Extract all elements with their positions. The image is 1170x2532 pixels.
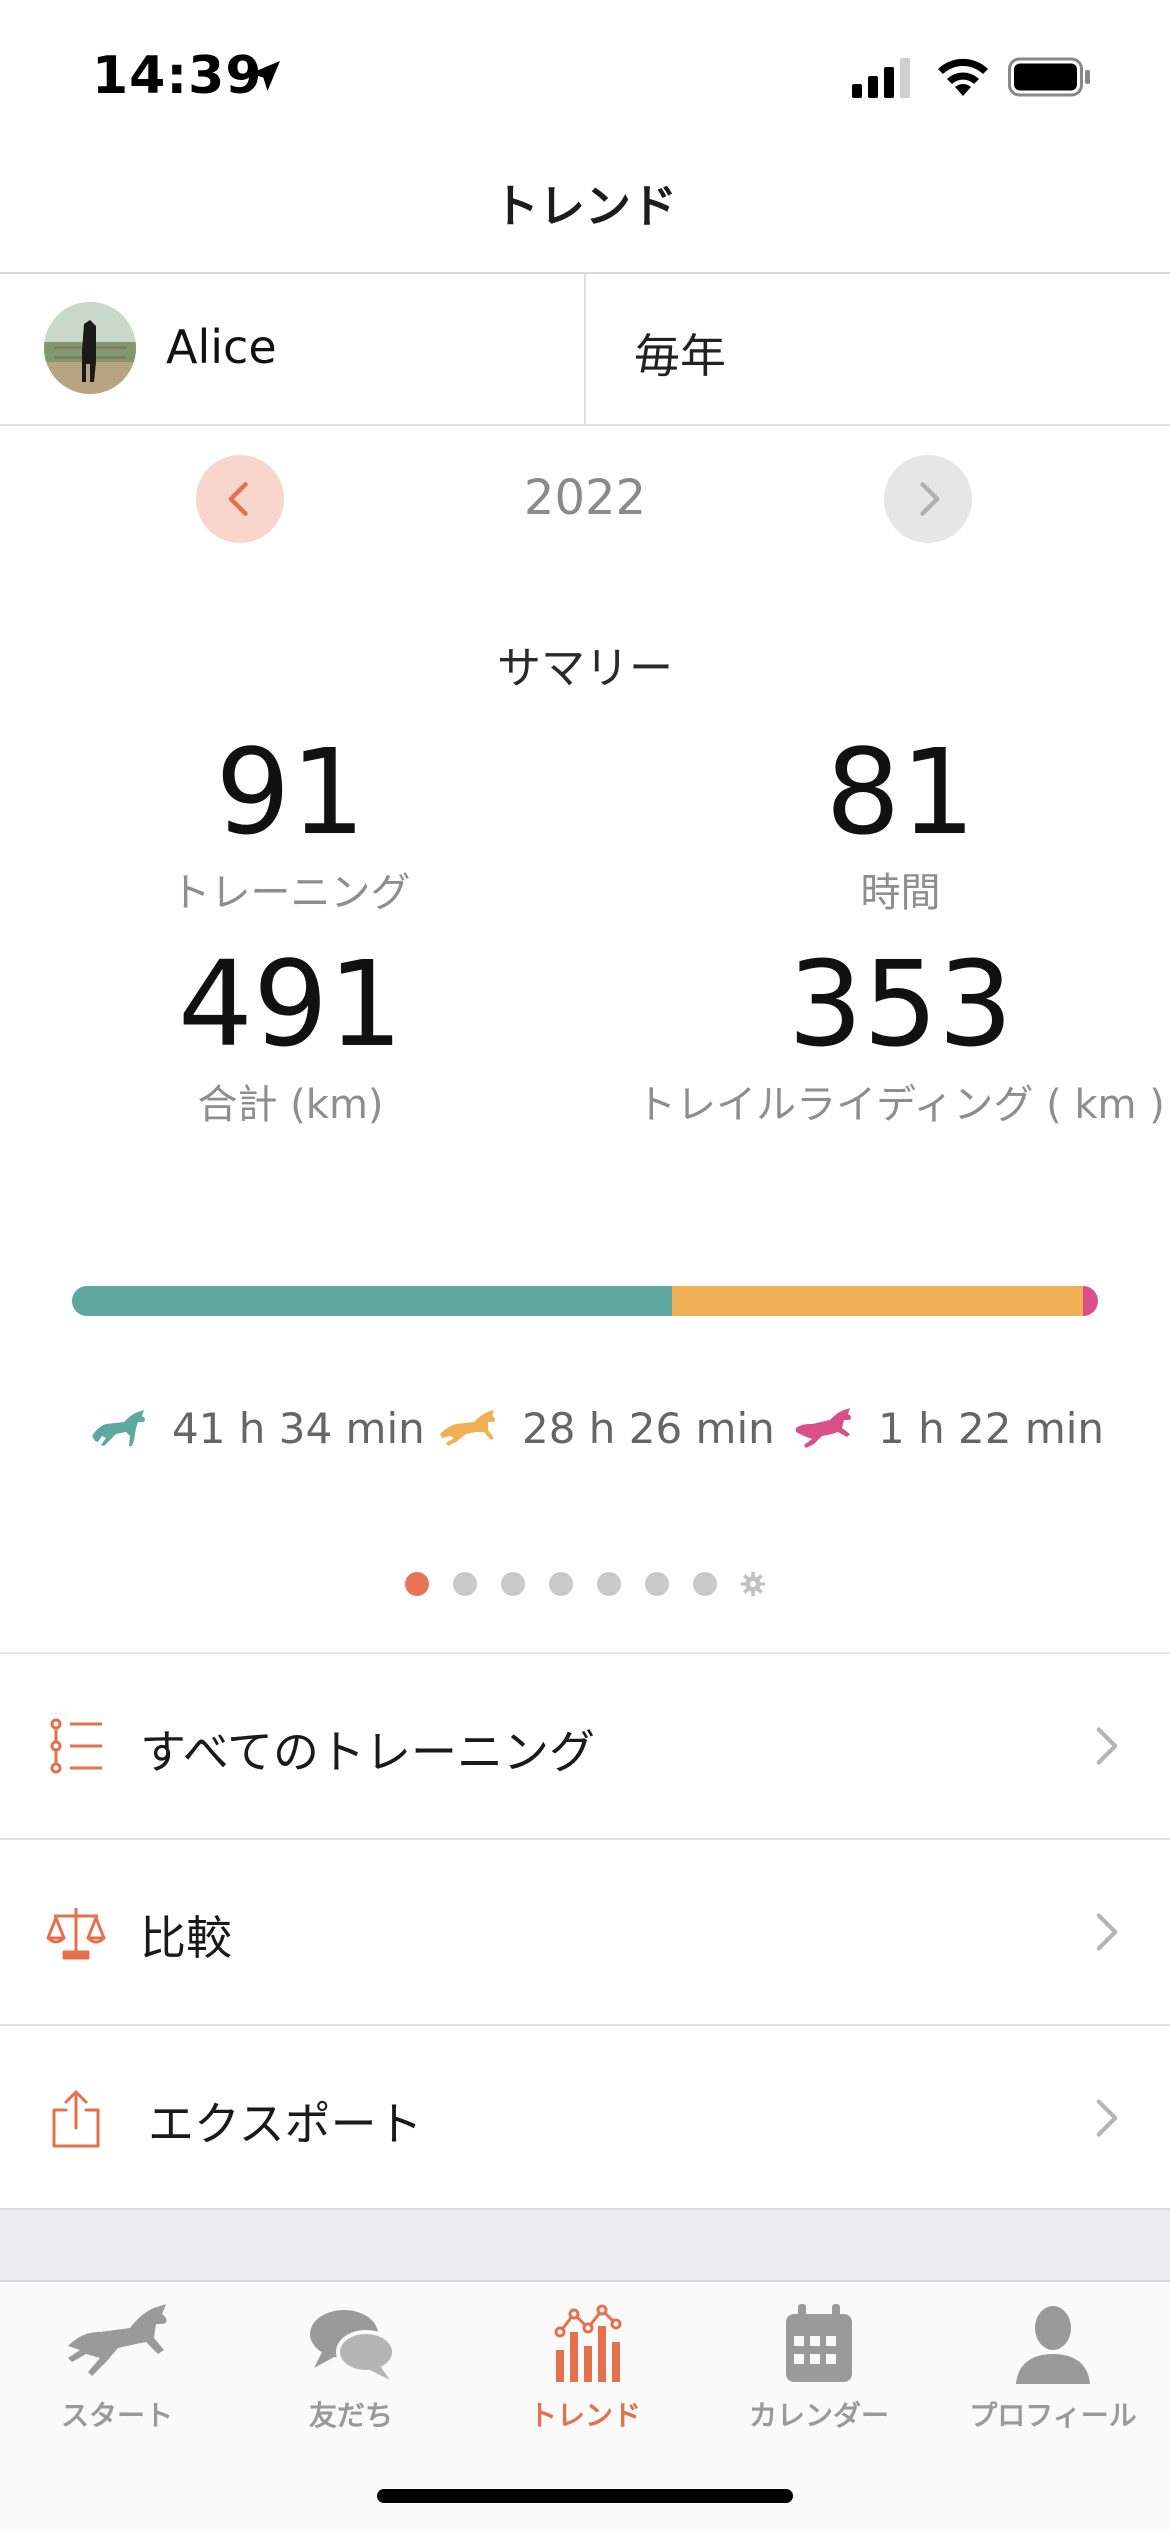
page-dot[interactable] bbox=[501, 1572, 525, 1596]
avatar bbox=[44, 302, 136, 394]
legend-canter: 1 h 22 min bbox=[792, 1398, 1104, 1458]
calendar-icon bbox=[786, 2304, 852, 2382]
wifi-icon bbox=[938, 58, 988, 96]
menu-export[interactable]: エクスポート bbox=[0, 2026, 1170, 2210]
chevron-right-icon bbox=[1096, 1913, 1118, 1951]
tab-calendar[interactable]: カレンダー bbox=[702, 2302, 936, 2434]
summary-title: サマリー bbox=[497, 643, 673, 694]
trends-screen: 14:39 トレンド Alice 毎年 2022 サマリー 91 トレーニング … bbox=[0, 0, 1170, 2532]
horse-trot-icon bbox=[440, 1410, 495, 1446]
stat-value: 91 bbox=[215, 723, 366, 861]
horse-icon bbox=[68, 2304, 167, 2376]
cellular-signal-icon bbox=[852, 58, 910, 98]
page-dot[interactable] bbox=[693, 1572, 717, 1596]
horse-canter-icon bbox=[796, 1408, 851, 1448]
gear-icon[interactable] bbox=[739, 1570, 767, 1598]
list-icon bbox=[50, 1718, 102, 1774]
page-title: トレンド bbox=[493, 179, 677, 233]
trend-chart-icon bbox=[554, 2304, 622, 2382]
page-dot[interactable] bbox=[645, 1572, 669, 1596]
legend-canter-time: 1 h 22 min bbox=[878, 1403, 1105, 1453]
stat-label: トレーニング bbox=[170, 870, 411, 916]
row-bottom-divider bbox=[0, 424, 1170, 426]
period-selector[interactable]: 毎年 bbox=[586, 274, 1170, 424]
gait-distribution-bar bbox=[72, 1286, 1098, 1316]
scale-icon bbox=[46, 1908, 106, 1960]
page-dot[interactable] bbox=[549, 1572, 573, 1596]
share-icon bbox=[52, 2090, 100, 2148]
stat-label: 時間 bbox=[860, 870, 941, 916]
stat-trail-riding-km: 353 トレイルライディング ( km ) bbox=[608, 944, 1170, 1130]
page-dot[interactable] bbox=[405, 1572, 429, 1596]
tab-label: スタート bbox=[60, 2399, 173, 2432]
tab-start[interactable]: スタート bbox=[0, 2302, 234, 2434]
tab-label: 友だち bbox=[308, 2399, 393, 2432]
year-label: 2022 bbox=[523, 470, 647, 526]
stat-hours: 81 時間 bbox=[608, 732, 1170, 918]
profile-icon bbox=[1016, 2306, 1090, 2384]
battery-icon bbox=[1008, 57, 1090, 97]
menu-label: 比較 bbox=[140, 1911, 232, 1965]
page-dot[interactable] bbox=[597, 1572, 621, 1596]
gait-legend: 41 h 34 min 28 h 26 min 1 h 22 min bbox=[0, 1398, 1170, 1458]
stat-label: 合計 (km) bbox=[197, 1082, 384, 1128]
legend-walk-time: 41 h 34 min bbox=[172, 1403, 425, 1453]
chat-icon bbox=[310, 2310, 396, 2380]
status-time: 14:39 bbox=[92, 46, 263, 106]
tab-trends[interactable]: トレンド bbox=[468, 2302, 702, 2434]
horse-photo bbox=[44, 302, 136, 394]
user-selector[interactable]: Alice bbox=[0, 274, 584, 424]
period-label: 毎年 bbox=[634, 329, 726, 383]
status-bar: 14:39 bbox=[0, 0, 1170, 150]
list-footer-spacer bbox=[0, 2208, 1170, 2280]
legend-trot-time: 28 h 26 min bbox=[522, 1403, 775, 1453]
chevron-right-icon bbox=[1096, 1727, 1118, 1765]
menu-compare[interactable]: 比較 bbox=[0, 1840, 1170, 2024]
tab-label: カレンダー bbox=[748, 2399, 889, 2432]
stat-label: トレイルライディング ( km ) bbox=[636, 1082, 1165, 1128]
menu-label: すべてのトレーニング bbox=[140, 1725, 595, 1779]
chevron-right-icon bbox=[920, 482, 940, 516]
stat-value: 353 bbox=[787, 935, 1014, 1073]
location-arrow-icon bbox=[250, 61, 280, 91]
menu-label: エクスポート bbox=[148, 2097, 423, 2151]
gait-segment-walk bbox=[72, 1286, 673, 1316]
tab-profile[interactable]: プロフィール bbox=[936, 2302, 1170, 2434]
gait-segment-trot bbox=[672, 1286, 1083, 1316]
menu-all-trainings[interactable]: すべてのトレーニング bbox=[0, 1654, 1170, 1838]
stat-trainings: 91 トレーニング bbox=[0, 732, 583, 918]
user-name: Alice bbox=[166, 320, 277, 374]
next-year-button[interactable] bbox=[884, 455, 972, 543]
tab-label: プロフィール bbox=[969, 2399, 1137, 2432]
stat-value: 491 bbox=[177, 935, 404, 1073]
gait-segment-canter bbox=[1082, 1286, 1098, 1316]
legend-trot: 28 h 26 min bbox=[436, 1398, 775, 1458]
horse-walk-icon bbox=[92, 1410, 145, 1446]
tab-friends[interactable]: 友だち bbox=[234, 2302, 468, 2434]
filter-row: Alice 毎年 bbox=[0, 274, 1170, 426]
page-dot[interactable] bbox=[453, 1572, 477, 1596]
tab-label: トレンド bbox=[528, 2399, 641, 2432]
legend-walk: 41 h 34 min bbox=[86, 1398, 425, 1458]
stat-value: 81 bbox=[825, 723, 976, 861]
home-indicator[interactable] bbox=[377, 2489, 793, 2503]
page-indicator[interactable] bbox=[0, 1570, 1170, 1602]
chevron-right-icon bbox=[1096, 2099, 1118, 2137]
stat-total-km: 491 合計 (km) bbox=[0, 944, 583, 1130]
